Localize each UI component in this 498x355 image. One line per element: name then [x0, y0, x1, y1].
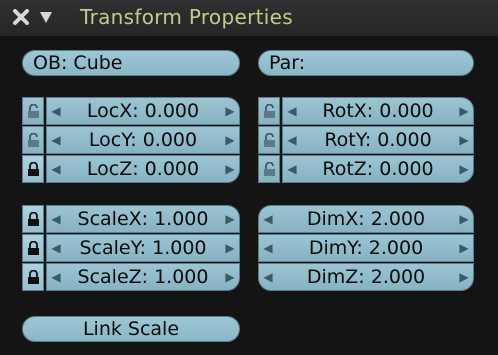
rot-x-value: RotX: 0.000: [322, 100, 434, 122]
decrement-arrow-icon[interactable]: ◀: [49, 206, 63, 232]
close-icon[interactable]: [12, 8, 30, 26]
triangle-down-icon[interactable]: [40, 10, 52, 24]
lock-icon[interactable]: [258, 97, 280, 125]
panel-body: OB: Cube Par: ◀ LocX: 0.000 ▶ ◀ LocY: 0.…: [0, 36, 498, 355]
dim-y-field[interactable]: ◀ DimY: 2.000 ▶: [258, 234, 474, 262]
loc-x-field[interactable]: ◀ LocX: 0.000 ▶: [46, 97, 240, 125]
increment-arrow-icon[interactable]: ▶: [457, 127, 471, 153]
rot-z-value: RotZ: 0.000: [322, 158, 434, 180]
loc-y-value: LocY: 0.000: [88, 129, 198, 151]
increment-arrow-icon[interactable]: ▶: [223, 206, 237, 232]
loc-z-field[interactable]: ◀ LocZ: 0.000 ▶: [46, 155, 240, 183]
decrement-arrow-icon[interactable]: ◀: [261, 235, 275, 261]
link-scale-label: Link Scale: [82, 318, 180, 340]
lock-icon[interactable]: [258, 155, 280, 183]
dim-x-field[interactable]: ◀ DimX: 2.000 ▶: [258, 205, 474, 233]
decrement-arrow-icon[interactable]: ◀: [49, 235, 63, 261]
panel-title: Transform Properties: [80, 5, 293, 29]
panel-header: Transform Properties: [0, 0, 498, 37]
lock-icon[interactable]: [22, 263, 44, 291]
lock-icon[interactable]: [22, 97, 44, 125]
decrement-arrow-icon[interactable]: ◀: [49, 98, 63, 124]
loc-z-value: LocZ: 0.000: [86, 158, 200, 180]
decrement-arrow-icon[interactable]: ◀: [285, 127, 299, 153]
scale-y-field[interactable]: ◀ ScaleY: 1.000 ▶: [46, 234, 240, 262]
increment-arrow-icon[interactable]: ▶: [223, 98, 237, 124]
increment-arrow-icon[interactable]: ▶: [457, 235, 471, 261]
dim-z-field[interactable]: ◀ DimZ: 2.000 ▶: [258, 263, 474, 291]
scale-y-value: ScaleY: 1.000: [79, 237, 207, 259]
transform-properties-panel: Transform Properties OB: Cube Par: ◀ Loc…: [0, 0, 498, 355]
increment-arrow-icon[interactable]: ▶: [457, 264, 471, 290]
lock-icon[interactable]: [258, 126, 280, 154]
decrement-arrow-icon[interactable]: ◀: [261, 264, 275, 290]
decrement-arrow-icon[interactable]: ◀: [261, 206, 275, 232]
decrement-arrow-icon[interactable]: ◀: [49, 264, 63, 290]
lock-icon[interactable]: [22, 155, 44, 183]
scale-z-field[interactable]: ◀ ScaleZ: 1.000 ▶: [46, 263, 240, 291]
rot-y-value: RotY: 0.000: [324, 129, 432, 151]
scale-z-value: ScaleZ: 1.000: [77, 266, 209, 288]
decrement-arrow-icon[interactable]: ◀: [49, 156, 63, 182]
decrement-arrow-icon[interactable]: ◀: [49, 127, 63, 153]
rot-z-field[interactable]: ◀ RotZ: 0.000 ▶: [282, 155, 474, 183]
increment-arrow-icon[interactable]: ▶: [223, 127, 237, 153]
link-scale-button[interactable]: Link Scale: [22, 316, 240, 342]
dim-y-value: DimY: 2.000: [308, 237, 424, 259]
object-name-text: OB: Cube: [33, 52, 123, 74]
increment-arrow-icon[interactable]: ▶: [457, 156, 471, 182]
decrement-arrow-icon[interactable]: ◀: [285, 156, 299, 182]
parent-text: Par:: [269, 52, 306, 74]
increment-arrow-icon[interactable]: ▶: [223, 156, 237, 182]
increment-arrow-icon[interactable]: ▶: [223, 235, 237, 261]
increment-arrow-icon[interactable]: ▶: [457, 98, 471, 124]
lock-icon[interactable]: [22, 234, 44, 262]
lock-icon[interactable]: [22, 205, 44, 233]
increment-arrow-icon[interactable]: ▶: [457, 206, 471, 232]
rot-x-field[interactable]: ◀ RotX: 0.000 ▶: [282, 97, 474, 125]
scale-x-value: ScaleX: 1.000: [77, 208, 209, 230]
parent-field[interactable]: Par:: [258, 50, 474, 76]
dim-z-value: DimZ: 2.000: [306, 266, 426, 288]
increment-arrow-icon[interactable]: ▶: [223, 264, 237, 290]
loc-y-field[interactable]: ◀ LocY: 0.000 ▶: [46, 126, 240, 154]
object-name-field[interactable]: OB: Cube: [22, 50, 240, 76]
decrement-arrow-icon[interactable]: ◀: [285, 98, 299, 124]
loc-x-value: LocX: 0.000: [86, 100, 200, 122]
scale-x-field[interactable]: ◀ ScaleX: 1.000 ▶: [46, 205, 240, 233]
rot-y-field[interactable]: ◀ RotY: 0.000 ▶: [282, 126, 474, 154]
dim-x-value: DimX: 2.000: [306, 208, 426, 230]
lock-icon[interactable]: [22, 126, 44, 154]
